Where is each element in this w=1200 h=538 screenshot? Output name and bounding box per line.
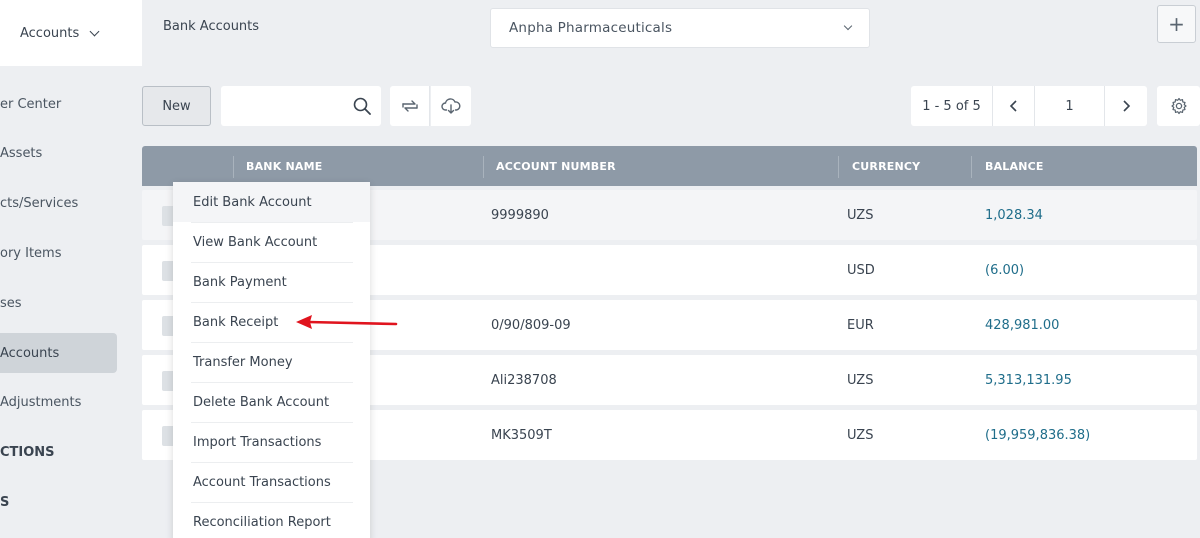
sidebar-item-inventory-items[interactable]: ory Items: [0, 233, 117, 273]
sidebar-item-assets[interactable]: Assets: [0, 133, 117, 173]
sidebar-item-expenses[interactable]: ses: [0, 283, 117, 323]
account-number-cell: MK3509T: [491, 427, 552, 443]
account-number-cell: 9999890: [491, 207, 549, 223]
account-number-cell: 0/90/809-09: [491, 317, 571, 333]
company-select-value: Anpha Pharmaceuticals: [509, 20, 673, 36]
sidebar-item-adjustments[interactable]: Adjustments: [0, 382, 117, 422]
sidebar-item-bank-accounts[interactable]: Accounts: [0, 333, 117, 373]
balance-cell[interactable]: 5,313,131.95: [985, 355, 1072, 405]
sidebar-section-transactions[interactable]: CTIONS: [0, 432, 117, 472]
sidebar-item-label: ses: [0, 295, 22, 311]
menu-item-bank-payment[interactable]: Bank Payment: [173, 262, 370, 302]
next-page-button[interactable]: [1105, 86, 1147, 126]
currency-cell: UZS: [847, 372, 874, 388]
column-header-bank-name[interactable]: BANK NAME: [246, 146, 322, 186]
column-separator: [971, 156, 972, 178]
prev-page-button[interactable]: [993, 86, 1035, 126]
column-header-currency[interactable]: CURRENCY: [852, 146, 920, 186]
balance-cell[interactable]: (19,959,836.38): [985, 410, 1090, 460]
column-header-balance[interactable]: BALANCE: [985, 146, 1044, 186]
sidebar-item-products-services[interactable]: cts/Services: [0, 183, 117, 223]
breadcrumb: Bank Accounts: [163, 19, 260, 34]
download-button[interactable]: [431, 86, 471, 126]
module-switcher[interactable]: Accounts: [0, 0, 142, 66]
plus-icon: +: [1168, 12, 1185, 36]
module-label: Accounts: [20, 25, 80, 41]
new-button[interactable]: New: [142, 86, 211, 126]
menu-item-reconciliation-report[interactable]: Reconciliation Report: [173, 502, 370, 538]
column-separator: [233, 156, 234, 178]
balance-cell[interactable]: 428,981.00: [985, 300, 1059, 350]
red-arrow-annotation: [296, 315, 398, 329]
menu-item-delete-bank-account[interactable]: Delete Bank Account: [173, 382, 370, 422]
sidebar-item-label: Accounts: [0, 345, 60, 361]
gear-icon: [1170, 97, 1187, 115]
sidebar-section-reports[interactable]: S: [0, 482, 117, 522]
cloud-download-icon: [441, 98, 461, 114]
balance-cell[interactable]: 1,028.34: [985, 190, 1043, 240]
column-separator: [838, 156, 839, 178]
menu-item-transfer-money[interactable]: Transfer Money: [173, 342, 370, 382]
search-icon[interactable]: [353, 97, 371, 115]
sidebar-section-label: S: [0, 494, 10, 510]
chevron-down-icon: [89, 26, 100, 36]
currency-cell: UZS: [847, 207, 874, 223]
menu-item-import-transactions[interactable]: Import Transactions: [173, 422, 370, 462]
account-number-cell: Ali238708: [491, 372, 557, 388]
sidebar-section-label: CTIONS: [0, 444, 55, 460]
sidebar-item-label: cts/Services: [0, 195, 79, 211]
currency-cell: EUR: [847, 317, 874, 333]
column-header-account-number[interactable]: ACCOUNT NUMBER: [496, 146, 616, 186]
page-number[interactable]: 1: [1035, 86, 1105, 126]
chevron-left-icon: [1009, 100, 1017, 112]
sidebar-item-label: Assets: [0, 145, 43, 161]
company-select[interactable]: Anpha Pharmaceuticals: [490, 8, 870, 48]
settings-button[interactable]: [1157, 86, 1200, 126]
sidebar-item-center[interactable]: er Center: [0, 84, 117, 124]
currency-cell: UZS: [847, 427, 874, 443]
column-separator: [483, 156, 484, 178]
sidebar-item-label: er Center: [0, 96, 62, 112]
table-header: BANK NAME ACCOUNT NUMBER CURRENCY BALANC…: [142, 146, 1197, 186]
chevron-down-icon: [843, 21, 853, 31]
sidebar: er Center Assets cts/Services ory Items …: [0, 66, 128, 538]
refresh-icon: [401, 100, 418, 112]
pager: 1 - 5 of 5 1: [911, 86, 1147, 126]
sidebar-item-label: ory Items: [0, 245, 62, 261]
sidebar-item-label: Adjustments: [0, 394, 82, 410]
add-button[interactable]: +: [1157, 5, 1196, 43]
search-input[interactable]: [231, 86, 351, 124]
row-actions-menu: Edit Bank Account View Bank Account Bank…: [173, 182, 370, 538]
refresh-button[interactable]: [390, 86, 430, 126]
balance-cell[interactable]: (6.00): [985, 245, 1024, 295]
menu-item-account-transactions[interactable]: Account Transactions: [173, 462, 370, 502]
menu-item-edit-bank-account[interactable]: Edit Bank Account: [173, 182, 370, 222]
pager-range: 1 - 5 of 5: [911, 86, 993, 126]
menu-item-view-bank-account[interactable]: View Bank Account: [173, 222, 370, 262]
top-bar: Accounts Bank Accounts Anpha Pharmaceuti…: [0, 0, 1200, 66]
search-box: [221, 86, 381, 126]
chevron-right-icon: [1123, 100, 1131, 112]
currency-cell: USD: [847, 262, 875, 278]
